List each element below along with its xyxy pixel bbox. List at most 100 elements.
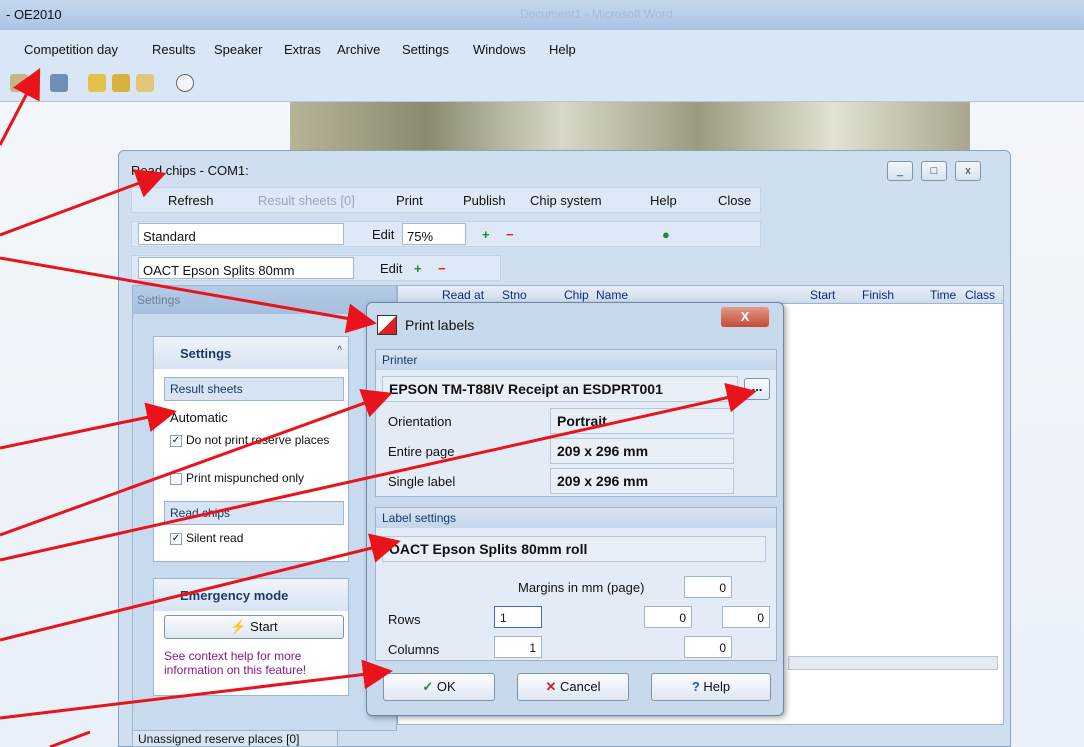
single-label-value: 209 x 296 mm [550,468,734,494]
margin-top-input[interactable]: 0 [684,576,732,598]
add-label-icon[interactable]: + [414,261,422,276]
print-button[interactable]: Print [396,193,423,208]
printer-panel: Printer EPSON TM-T88IV Receipt an ESDPRT… [375,349,777,497]
margin-bottom-input[interactable]: 0 [684,636,732,658]
columns-input[interactable]: 1 [494,636,542,658]
menu-results[interactable]: Results [152,42,195,57]
margin-right-input[interactable]: 0 [722,606,770,628]
minimize-button[interactable]: _ [887,161,913,181]
chip-system-button[interactable]: Chip system [530,193,602,208]
remove-label-icon[interactable]: − [438,261,446,276]
edit-label-button[interactable]: Edit [380,261,402,276]
browse-printer-button[interactable]: ... [744,378,770,400]
help-icon: ? [691,679,700,694]
add-icon[interactable]: + [482,227,490,242]
checkmark-icon: ✓ [422,679,434,694]
remove-icon[interactable]: − [506,227,514,242]
menu-help[interactable]: Help [549,42,576,57]
menu-extras[interactable]: Extras [284,42,321,57]
emergency-start-button[interactable]: ⚡ Start [164,615,344,639]
label-settings-panel: Label settings OACT Epson Splits 80mm ro… [375,507,777,661]
margins-label: Margins in mm (page) [518,580,645,595]
panel-header-label: Settings [137,293,181,307]
layout-toolbar: Standard Edit 75% + − ● [131,221,761,247]
print-labels-dialog: Print labels X Printer EPSON TM-T88IV Re… [366,302,784,716]
lightning-icon: ⚡ [230,619,247,634]
entire-page-value: 209 x 296 mm [550,438,734,464]
competition-icon[interactable] [10,74,28,92]
checkbox-checked-icon: ✓ [170,434,182,447]
dialog-close-button[interactable]: X [721,307,769,327]
cancel-button[interactable]: ✕ Cancel [517,673,629,701]
silent-read-checkbox[interactable]: ✓ Silent read [170,531,340,545]
menu-speaker[interactable]: Speaker [214,42,262,57]
maximize-button[interactable]: □ [921,161,947,181]
horizontal-scrollbar[interactable] [788,656,998,670]
settings-group: Settings ^ Result sheets Automatic ✓ Do n… [153,336,349,562]
edit-layout-button[interactable]: Edit [372,227,394,242]
entries-icon[interactable] [88,74,106,92]
label-select[interactable]: OACT Epson Splits 80mm [138,257,354,279]
orientation-label: Orientation [388,414,452,429]
col-name[interactable]: Name [596,288,628,302]
emergency-header: Emergency mode [154,579,348,611]
collapse-icon[interactable]: ^ [337,345,342,356]
menu-settings[interactable]: Settings [402,42,449,57]
checkbox-checked-icon: ✓ [170,532,182,545]
results-icon[interactable] [136,74,154,92]
status-green-icon[interactable]: ● [662,227,670,242]
panel-header: Settings [133,286,396,314]
window-close-button[interactable]: x [955,161,981,181]
main-toolbar [0,64,1084,102]
label-toolbar: OACT Epson Splits 80mm Edit + − [131,255,501,281]
unassigned-reserve-tab[interactable]: Unassigned reserve places [0] [132,730,338,747]
label-settings-header: Label settings [376,508,776,528]
result-sheets-select[interactable]: Automatic [166,407,342,428]
close-button[interactable]: Close [718,193,751,208]
rows-input[interactable]: 1 [494,606,542,628]
entire-page-label: Entire page [388,444,455,459]
help-button[interactable]: Help [650,193,677,208]
single-label-label: Single label [388,474,456,489]
printer-name-field: EPSON TM-T88IV Receipt an ESDPRT001 [382,376,738,402]
app-title: - OE2010 [6,7,62,22]
col-start[interactable]: Start [810,288,835,302]
orientation-value: Portrait [550,408,734,434]
margin-left-input[interactable]: 0 [644,606,692,628]
col-time[interactable]: Time [930,288,956,302]
read-chips-label: Read chips [164,501,344,525]
col-class[interactable]: Class [965,288,995,302]
settings-side-panel: Settings Settings ^ Result sheets Automa… [132,285,397,731]
publish-button[interactable]: Publish [463,193,506,208]
ok-button[interactable]: ✓ OK [383,673,495,701]
zoom-select[interactable]: 75% [402,223,466,245]
col-finish[interactable]: Finish [862,288,894,302]
stopwatch-icon[interactable] [176,74,194,92]
menu-bar: Competition day Results Speaker Extras A… [0,30,1084,64]
print-mispunched-checkbox[interactable]: Print mispunched only [170,471,340,485]
col-stno[interactable]: Stno [502,288,527,302]
help-dialog-button[interactable]: ? Help [651,673,771,701]
printer-header: Printer [376,350,776,370]
menu-archive[interactable]: Archive [337,42,380,57]
menu-windows[interactable]: Windows [473,42,526,57]
do-not-print-checkbox[interactable]: ✓ Do not print reserve places [170,433,340,447]
label-name-field: OACT Epson Splits 80mm roll [382,536,766,562]
refresh-button[interactable]: Refresh [168,193,214,208]
emergency-group: Emergency mode ⚡ Start See context help … [153,578,349,696]
dialog-title: Print labels [405,317,475,333]
columns-label: Columns [388,642,440,657]
app-title-bar: - OE2010 Document1 - Microsoft Word [0,0,1084,30]
col-read-at[interactable]: Read at [442,288,484,302]
oe-logo-icon [377,315,397,335]
chips-icon[interactable] [112,74,130,92]
rows-label: Rows [388,612,421,627]
exit-icon[interactable] [50,74,68,92]
col-chip[interactable]: Chip [564,288,589,302]
layout-select[interactable]: Standard [138,223,344,245]
background-photo [290,102,970,150]
cross-icon: ✕ [545,679,557,694]
result-sheets-button[interactable]: Result sheets [0] [258,193,355,208]
background-window-title: Document1 - Microsoft Word [520,7,673,21]
menu-competition-day[interactable]: Competition day [24,42,118,57]
